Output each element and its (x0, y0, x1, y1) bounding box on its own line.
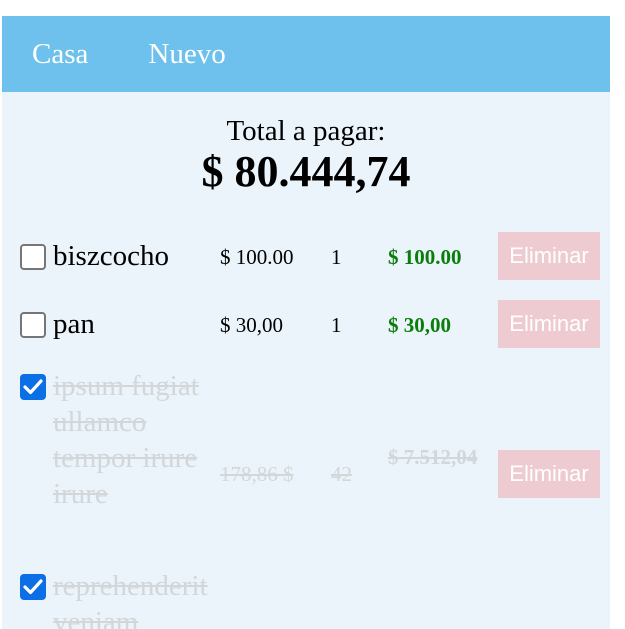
item-price: 178,86 $ (220, 462, 294, 486)
item-price: $ 30,00 (220, 313, 283, 337)
item-name: reprehenderit veniam (53, 570, 208, 629)
item-quantity: 1 (331, 245, 342, 269)
item-subtotal: $ 7.512,04 (388, 445, 478, 469)
total-value: $ 80.444,74 (201, 147, 411, 196)
total-label: Total a pagar: (226, 115, 386, 147)
item-checkbox[interactable] (20, 374, 46, 400)
item-checkbox[interactable] (20, 244, 46, 270)
list-item: pan $ 30,00 1 $ 30,00 Eliminar (2, 300, 610, 348)
item-subtotal: $ 100.00 (388, 245, 462, 269)
delete-button[interactable]: Eliminar (498, 300, 600, 348)
list-item: reprehenderit veniam (2, 568, 610, 629)
item-name: biszcocho (53, 240, 169, 272)
nav-link-home[interactable]: Casa (32, 39, 88, 69)
item-name: pan (53, 308, 95, 340)
item-quantity: 42 (331, 462, 352, 486)
item-quantity: 1 (331, 313, 342, 337)
delete-button[interactable]: Eliminar (498, 232, 600, 280)
item-subtotal: $ 30,00 (388, 313, 451, 337)
list-item: ipsum fugiat ullamco tempor irure irure … (2, 368, 610, 558)
top-navigation: Casa Nuevo (2, 16, 610, 92)
checkmark-icon (23, 579, 43, 595)
shopping-list-app: Casa Nuevo Total a pagar: $ 80.444,74 bi… (2, 16, 610, 629)
total-summary: Total a pagar: $ 80.444,74 (2, 114, 610, 196)
nav-link-new[interactable]: Nuevo (148, 39, 225, 69)
list-item: biszcocho $ 100.00 1 $ 100.00 Eliminar (2, 232, 610, 280)
item-price: $ 100.00 (220, 245, 294, 269)
item-checkbox[interactable] (20, 574, 46, 600)
checkmark-icon (23, 379, 43, 395)
item-name: ipsum fugiat ullamco tempor irure irure (53, 370, 199, 510)
delete-button[interactable]: Eliminar (498, 450, 600, 498)
item-checkbox[interactable] (20, 312, 46, 338)
